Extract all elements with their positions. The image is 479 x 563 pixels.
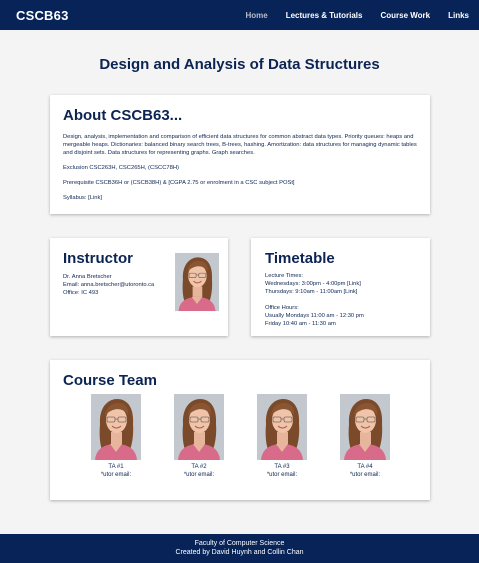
- nav-link-home[interactable]: Home: [245, 11, 267, 20]
- nav-links: Home Lectures & Tutorials Course Work Li…: [245, 11, 469, 20]
- ta-email: *utor email:: [266, 472, 298, 478]
- ta-name: TA #1: [108, 464, 124, 470]
- footer-faculty: Faculty of Computer Science: [194, 540, 285, 547]
- ta-email: *utor email:: [183, 472, 215, 478]
- lecture-time-thursday[interactable]: Thursdays: 9:10am - 11:00am [Link]: [265, 288, 416, 296]
- ta-name: TA #2: [191, 464, 207, 470]
- course-description: Design, analysis, implementation and com…: [63, 134, 417, 156]
- about-heading: About CSCB63...: [63, 107, 183, 124]
- footer-credits: Created by David Huynh and Collin Chan: [175, 549, 304, 556]
- ta-email: *utor email:: [100, 472, 132, 478]
- instructor-photo: [175, 251, 219, 313]
- ta-photo: [174, 394, 224, 460]
- top-navbar: CSCB63 Home Lectures & Tutorials Course …: [0, 0, 479, 30]
- ta-card: TA #1 *utor email:: [86, 394, 146, 479]
- syllabus-link[interactable]: Syllabus: [Link]: [63, 194, 417, 202]
- ta-photo: [91, 394, 141, 460]
- nav-link-course-work[interactable]: Course Work: [380, 11, 430, 20]
- ta-email: *utor email:: [349, 472, 381, 478]
- timetable-card: Timetable Lecture Times: Wednesdays: 3:0…: [251, 238, 430, 336]
- page-title: Design and Analysis of Data Structures: [99, 56, 380, 73]
- ta-card: TA #4 *utor email:: [335, 394, 395, 479]
- course-team-heading: Course Team: [63, 372, 157, 389]
- page-footer: Faculty of Computer Science Created by D…: [0, 534, 479, 563]
- ta-card: TA #3 *utor email:: [252, 394, 312, 479]
- instructor-card: Instructor Dr. Anna Bretscher Email: ann…: [50, 238, 228, 336]
- timetable-heading: Timetable: [265, 250, 335, 267]
- office-hours-monday: Usually Mondays 11:00 am - 12:30 pm: [265, 313, 364, 319]
- lecture-times-label: Lecture Times:: [265, 273, 304, 279]
- course-team-card: Course Team TA #1 *utor email: TA #2 *ut…: [50, 360, 430, 500]
- ta-name: TA #3: [274, 464, 290, 470]
- ta-photo: [257, 394, 307, 460]
- ta-name: TA #4: [357, 464, 373, 470]
- office-hours-friday: Friday 10:40 am - 11:30 am: [265, 321, 336, 327]
- nav-link-lectures[interactable]: Lectures & Tutorials: [286, 11, 363, 20]
- brand-logo-text[interactable]: CSCB63: [16, 8, 69, 23]
- lecture-time-wednesday[interactable]: Wednesdays: 3:00pm - 4:00pm [Link]: [265, 280, 416, 288]
- ta-photo: [340, 394, 390, 460]
- nav-link-links[interactable]: Links: [448, 11, 469, 20]
- exclusion-text: Exclusion CSC263H, CSC265H, (CSCC78H): [63, 165, 179, 171]
- office-hours-label: Office Hours:: [265, 305, 299, 311]
- prerequisite-text: Prerequisite CSCB36H or (CSCB38H) & [CGP…: [63, 180, 295, 186]
- about-card: About CSCB63... Design, analysis, implem…: [50, 95, 430, 214]
- ta-card: TA #2 *utor email:: [169, 394, 229, 479]
